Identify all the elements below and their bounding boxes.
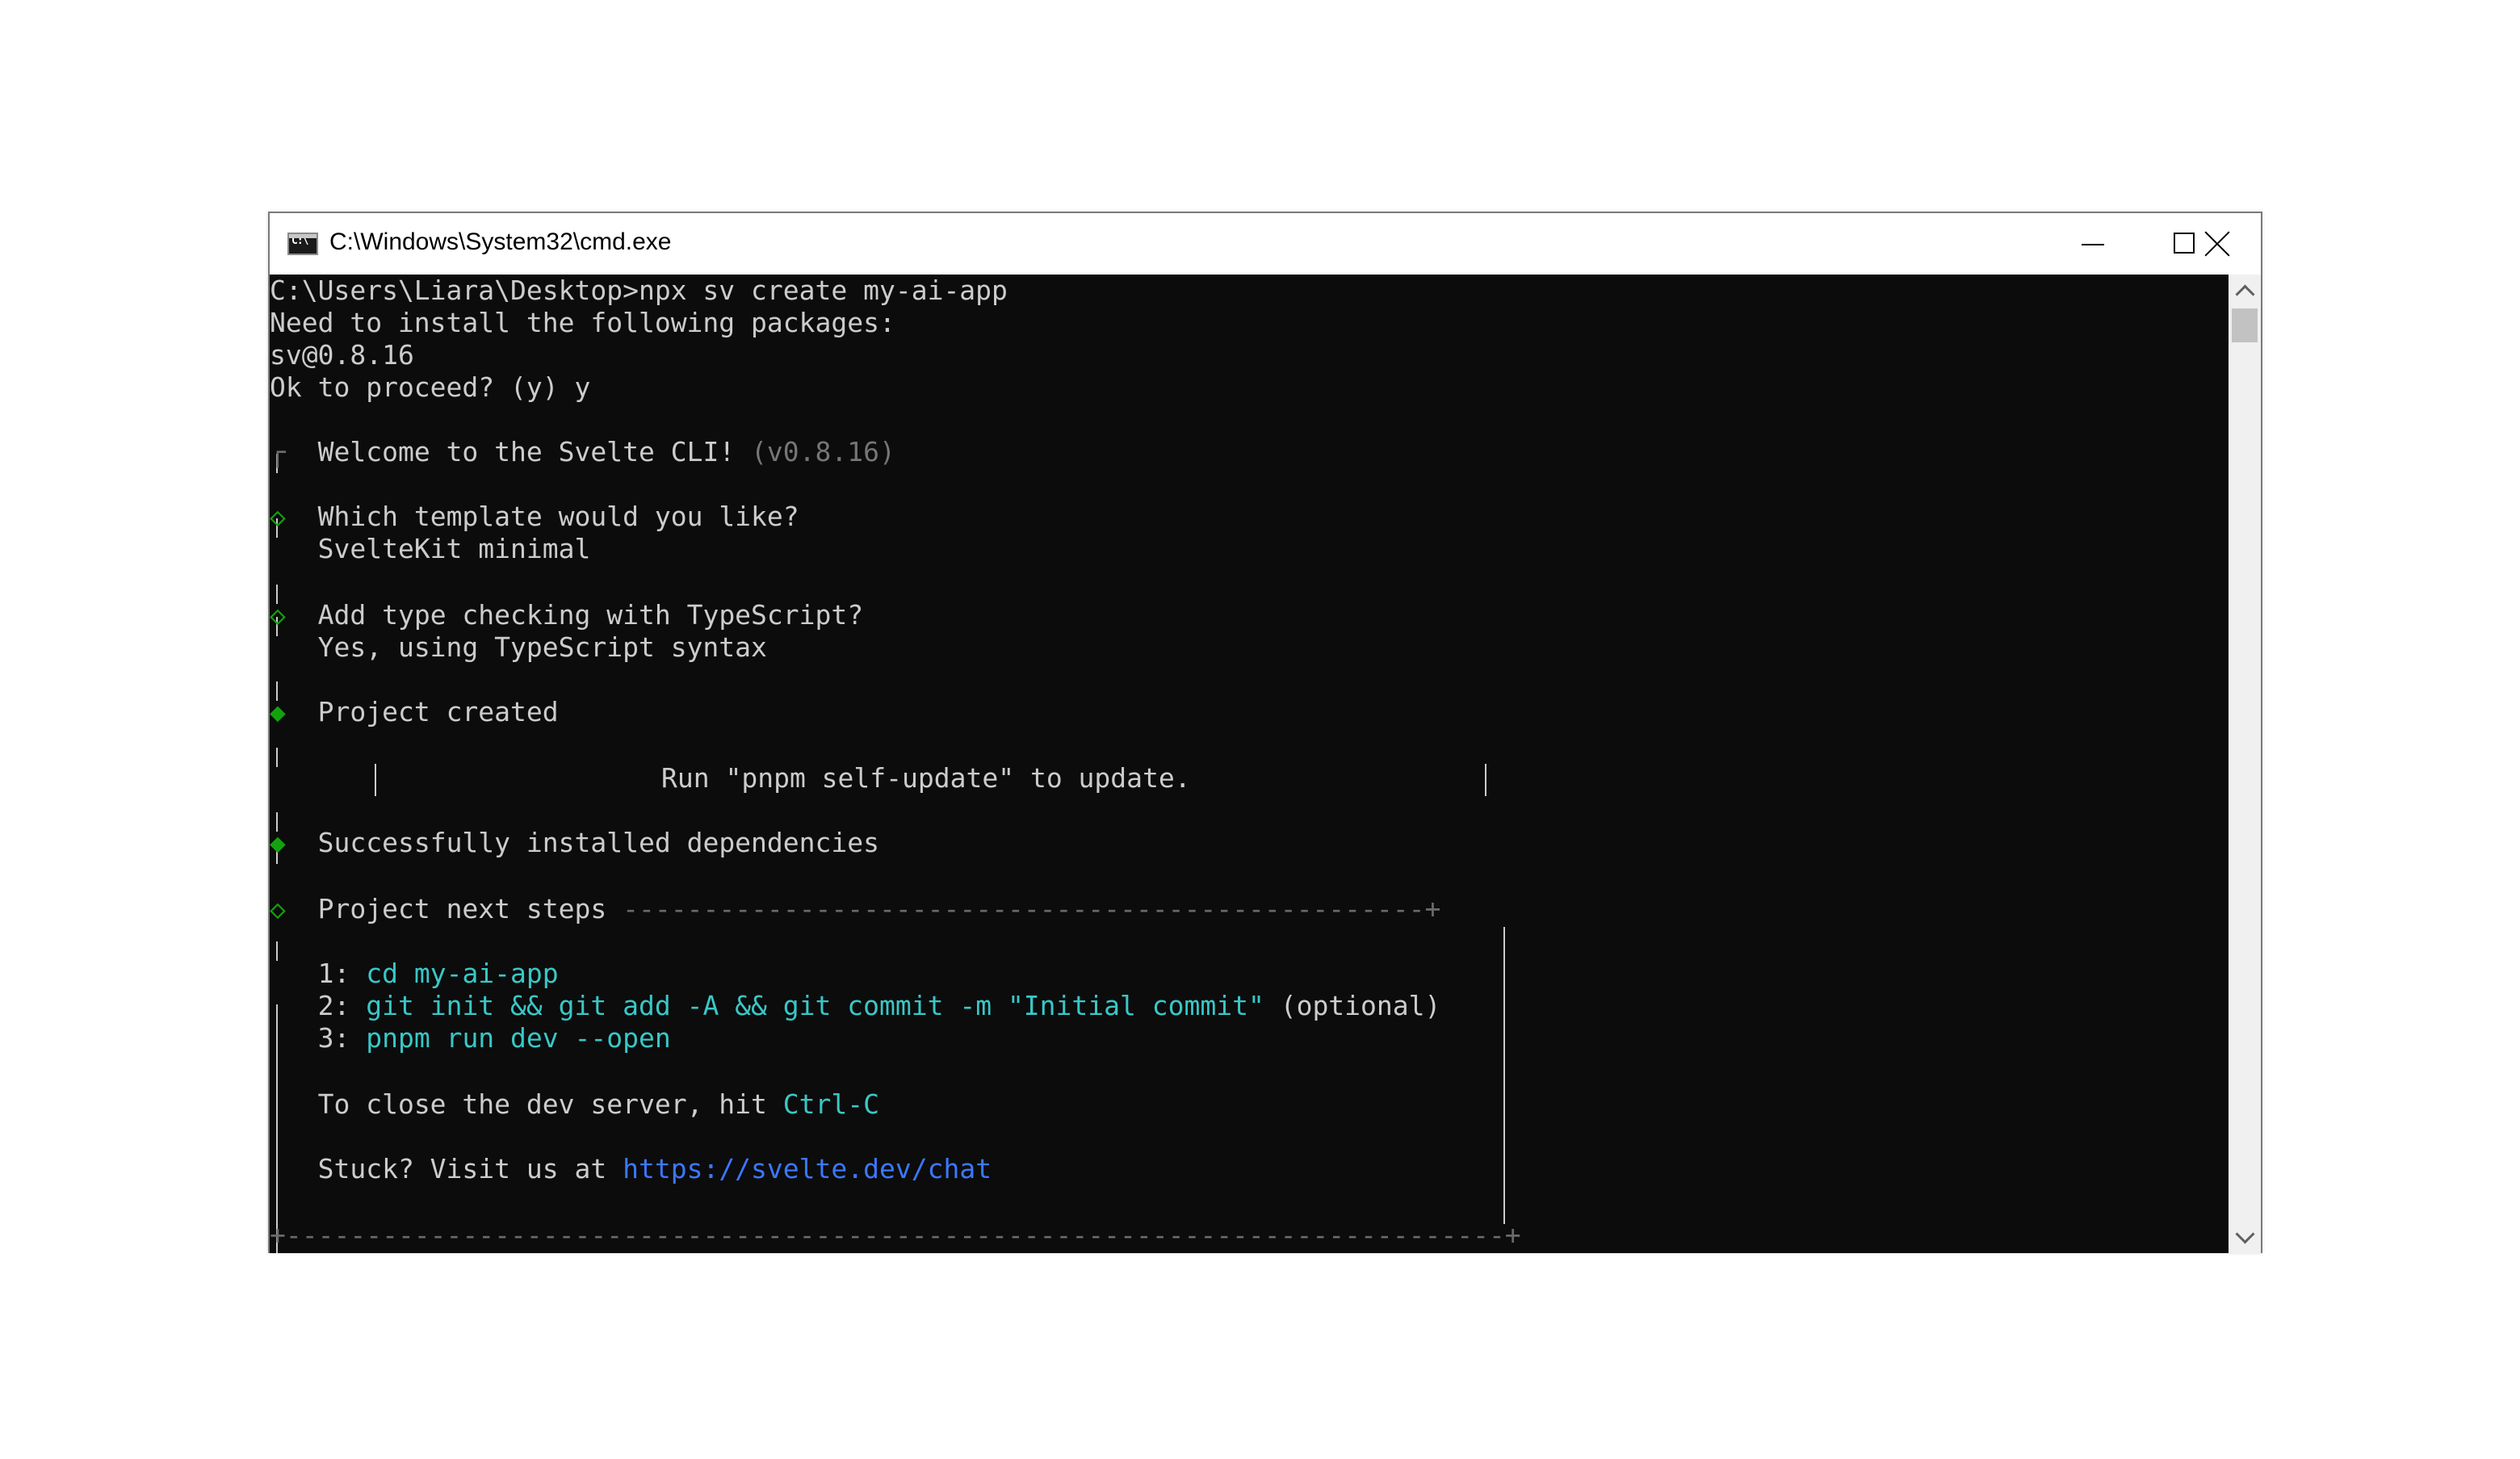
project-created-text: Project created (317, 696, 559, 727)
typescript-question-line: ◇ Add type checking with TypeScript? (270, 599, 863, 631)
window-title: C:\Windows\System32\cmd.exe (329, 228, 672, 255)
step-marker: ◇ (270, 599, 286, 631)
step-2-line: 2: git init && git add -A && git commit … (270, 990, 1441, 1022)
step-marker: ◇ (270, 893, 286, 924)
close-server-line: To close the dev server, hit Ctrl-C (270, 1088, 879, 1121)
template-question-line: ◇ Which template would you like? (270, 501, 799, 533)
step-2-note: (optional) (1280, 990, 1441, 1021)
step-marker: ┌ (270, 436, 286, 467)
typescript-answer-line: Yes, using TypeScript syntax (270, 631, 767, 664)
welcome-line: ┌ Welcome to the Svelte CLI! (v0.8.16) (270, 436, 895, 468)
cmd-app-icon[interactable] (287, 233, 318, 255)
step-3-line: 3: pnpm run dev --open (270, 1022, 671, 1054)
step-1-number: 1: (317, 958, 350, 989)
step-2-number: 2: (317, 990, 350, 1021)
cli-version: (v0.8.16) (751, 436, 895, 467)
scroll-up-icon[interactable] (2229, 275, 2261, 307)
template-answer-line: SvelteKit minimal (270, 533, 591, 565)
console-line: Need to install the following packages: (270, 307, 895, 338)
box-bottom-rule-text: +---------------------------------------… (270, 1219, 1521, 1251)
vertical-scrollbar[interactable] (2229, 275, 2261, 1253)
step-2-command[interactable]: git init && git add -A && git commit -m … (366, 990, 1264, 1021)
installed-line: ◆ Successfully installed dependencies (270, 827, 879, 859)
box-bottom-rule: +---------------------------------------… (270, 1219, 1521, 1251)
notice-border-right (1485, 764, 1486, 796)
step-1-command[interactable]: cd my-ai-app (366, 958, 558, 989)
project-created-line: ◆ Project created (270, 696, 559, 728)
typescript-answer: Yes, using TypeScript syntax (317, 631, 767, 663)
step-marker: ◇ (270, 501, 286, 532)
step-3-number: 3: (317, 1022, 350, 1054)
svelte-chat-link[interactable]: https://svelte.dev/chat (623, 1153, 992, 1184)
console-line: Ok to proceed? (y) y (270, 371, 591, 403)
welcome-text: Welcome to the Svelte CLI! (317, 436, 736, 467)
next-steps-title: Project next steps (317, 893, 607, 924)
template-question: Which template would you like? (317, 501, 799, 532)
next-steps-header: ◇ Project next steps -------------------… (270, 893, 1440, 925)
close-server-key: Ctrl-C (782, 1088, 879, 1120)
notice-border-left (375, 764, 376, 796)
installed-text: Successfully installed dependencies (317, 827, 879, 858)
step-marker: ◆ (270, 696, 286, 727)
title-bar[interactable]: C:\Windows\System32\cmd.exe (270, 213, 2261, 275)
stuck-line: Stuck? Visit us at https://svelte.dev/ch… (270, 1153, 992, 1185)
guide-rail (276, 748, 278, 767)
box-right-border (1503, 927, 1505, 1224)
cmd-window: C:\Windows\System32\cmd.exe C:\Users\Lia… (268, 212, 2262, 1253)
scroll-thumb[interactable] (2232, 308, 2258, 342)
minimize-icon (2082, 244, 2104, 245)
template-answer: SvelteKit minimal (317, 533, 591, 564)
typescript-question: Add type checking with TypeScript? (317, 599, 864, 631)
step-3-command[interactable]: pnpm run dev --open (366, 1022, 671, 1054)
step-1-line: 1: cd my-ai-app (270, 958, 559, 990)
console-line: C:\Users\Liara\Desktop>npx sv create my-… (270, 275, 1008, 306)
stuck-text: Stuck? Visit us at (317, 1153, 607, 1184)
maximize-icon (2174, 233, 2195, 254)
console-line: sv@0.8.16 (270, 339, 414, 371)
scroll-down-icon[interactable] (2229, 1221, 2261, 1253)
minimize-button[interactable] (2046, 213, 2138, 275)
box-top-rule: ----------------------------------------… (623, 893, 1441, 924)
update-notice: Run "pnpm self-update" to update. (661, 762, 1191, 794)
close-server-text: To close the dev server, hit (317, 1088, 767, 1120)
console-output[interactable]: C:\Users\Liara\Desktop>npx sv create my-… (270, 275, 2229, 1253)
step-marker: ◆ (270, 827, 286, 858)
close-icon[interactable] (2203, 229, 2232, 258)
